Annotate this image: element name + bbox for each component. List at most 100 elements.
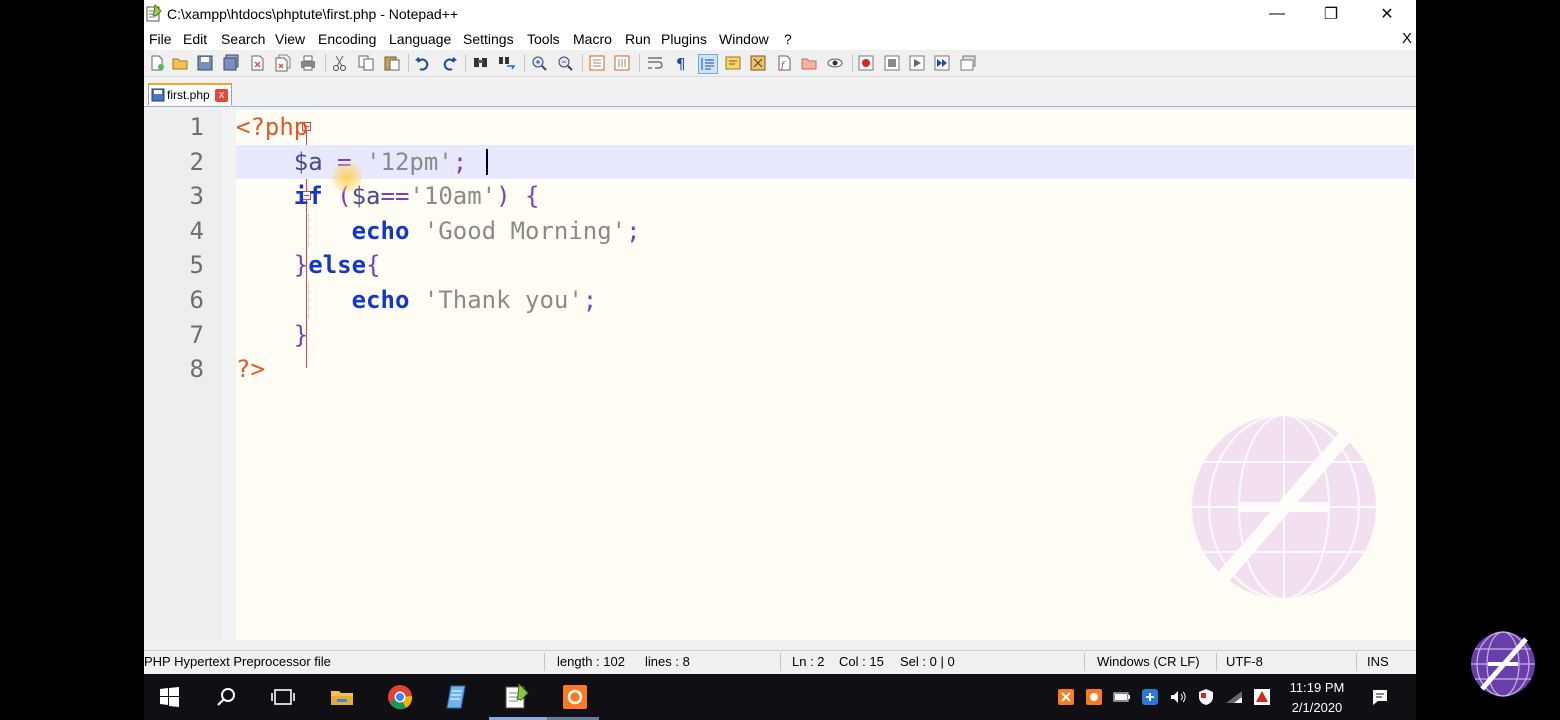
paste-icon[interactable] [383, 54, 401, 72]
save-icon[interactable] [196, 54, 214, 72]
folder-as-workspace-icon[interactable] [800, 54, 818, 72]
menu-help[interactable]: ? [784, 31, 792, 47]
status-eol[interactable]: Windows (CR LF) [1097, 654, 1200, 669]
svg-text:¶: ¶ [676, 55, 686, 72]
menu-macro[interactable]: Macro [573, 31, 612, 47]
status-file-type: PHP Hypertext Preprocessor file [144, 654, 331, 669]
code-token: ; [452, 147, 468, 176]
code-editor[interactable]: 12345678 <?php $a = '12pm'; if ($a=='10a… [144, 110, 1416, 640]
undo-icon[interactable] [414, 54, 432, 72]
minimize-button[interactable]: — [1254, 0, 1300, 28]
code-token: 'Good Morning' [423, 216, 627, 245]
menu-plugins[interactable]: Plugins [661, 31, 707, 47]
zoom-in-icon[interactable] [530, 54, 548, 72]
code-token: <?php [236, 113, 309, 141]
menu-encoding[interactable]: Encoding [318, 31, 376, 47]
menu-view[interactable]: View [275, 31, 305, 47]
tab-close-icon[interactable]: x [215, 89, 228, 102]
status-encoding[interactable]: UTF-8 [1226, 654, 1263, 669]
toolbar: ¶ f [144, 50, 1416, 77]
line-number: 6 [189, 286, 204, 314]
network-app-icon[interactable] [1140, 687, 1160, 707]
clock-date: 2/1/2020 [1291, 700, 1343, 715]
xampp-tray-icon[interactable] [1056, 687, 1076, 707]
menu-window[interactable]: Window [719, 31, 769, 47]
sync-horizontal-icon[interactable] [613, 54, 631, 72]
action-center-icon[interactable] [1370, 687, 1390, 707]
find-icon[interactable] [472, 54, 490, 72]
word-wrap-icon[interactable] [646, 54, 664, 72]
monitoring-icon[interactable] [826, 54, 844, 72]
open-file-icon[interactable] [171, 54, 189, 72]
copy-icon[interactable] [357, 54, 375, 72]
record-macro-icon[interactable] [857, 54, 875, 72]
search-icon[interactable] [212, 682, 242, 712]
fold-margin[interactable] [222, 110, 311, 640]
mouse-pointer-highlight [332, 162, 362, 192]
status-separator [1356, 653, 1357, 671]
menu-run[interactable]: Run [625, 31, 651, 47]
stop-recording-icon[interactable] [883, 54, 901, 72]
system-clock[interactable]: 11:19 PM 2/1/2020 [1282, 678, 1352, 718]
print-icon[interactable] [299, 54, 317, 72]
windows-taskbar: 11:19 PM 2/1/2020 [144, 674, 1416, 720]
menu-file[interactable]: File [149, 31, 172, 47]
status-separator [544, 653, 545, 671]
chrome-icon[interactable] [385, 682, 415, 712]
title-bar[interactable]: C:\xampp\htdocs\phptute\first.php - Note… [144, 0, 1416, 28]
cut-icon[interactable] [331, 54, 349, 72]
wifi-icon[interactable] [1224, 687, 1244, 707]
line-number: 7 [189, 320, 204, 349]
notepad-plus-plus-icon[interactable] [501, 682, 531, 712]
line-number-gutter: 1 2 3 4 5 6 7 8 [144, 110, 223, 640]
document-map-icon[interactable] [749, 54, 767, 72]
tray-alert-icon[interactable] [1252, 687, 1272, 707]
close-icon[interactable] [248, 54, 266, 72]
indent-guide-icon[interactable] [698, 54, 718, 74]
close-all-icon[interactable] [274, 54, 292, 72]
task-view-icon[interactable] [268, 682, 298, 712]
close-window-button[interactable]: ✕ [1364, 0, 1410, 28]
sync-vertical-icon[interactable] [588, 54, 606, 72]
battery-icon[interactable] [1112, 687, 1132, 707]
file-saved-icon [151, 88, 165, 102]
save-macro-icon[interactable] [959, 54, 977, 72]
windows-start-icon[interactable] [154, 682, 184, 712]
security-icon[interactable] [1196, 687, 1216, 707]
file-explorer-icon[interactable] [327, 682, 357, 712]
code-line: <?php [236, 110, 308, 144]
menu-language[interactable]: Language [389, 31, 451, 47]
tab-first-php[interactable]: first.php x [148, 83, 232, 105]
tab-bar: first.php x [144, 78, 1416, 107]
status-insert-mode[interactable]: INS [1367, 654, 1389, 669]
tab-label: first.php [167, 88, 210, 102]
xampp-icon[interactable] [560, 682, 590, 712]
volume-icon[interactable] [1168, 687, 1188, 707]
menu-search[interactable]: Search [221, 31, 265, 47]
notepad-icon[interactable] [443, 682, 473, 712]
code-token: ?> [236, 355, 265, 384]
playback-macro-icon[interactable] [908, 54, 926, 72]
new-file-icon[interactable] [148, 54, 166, 72]
user-defined-language-icon[interactable] [724, 54, 742, 72]
toolbar-separator [465, 54, 466, 72]
replace-icon[interactable] [498, 54, 516, 72]
status-separator [1084, 653, 1085, 671]
show-all-characters-icon[interactable]: ¶ [672, 54, 690, 72]
save-all-icon[interactable] [222, 54, 240, 72]
menu-settings[interactable]: Settings [463, 31, 514, 47]
zoom-out-icon[interactable] [556, 54, 574, 72]
tray-app-icon[interactable] [1084, 687, 1104, 707]
redo-icon[interactable] [440, 54, 458, 72]
function-list-icon[interactable]: f [775, 54, 793, 72]
run-macro-multiple-icon[interactable] [933, 54, 951, 72]
menu-tools[interactable]: Tools [527, 31, 560, 47]
menu-edit[interactable]: Edit [183, 31, 207, 47]
maximize-button[interactable]: ❐ [1308, 0, 1354, 28]
close-document-button[interactable]: X [1402, 30, 1412, 47]
status-length: length : 102 [557, 654, 625, 669]
